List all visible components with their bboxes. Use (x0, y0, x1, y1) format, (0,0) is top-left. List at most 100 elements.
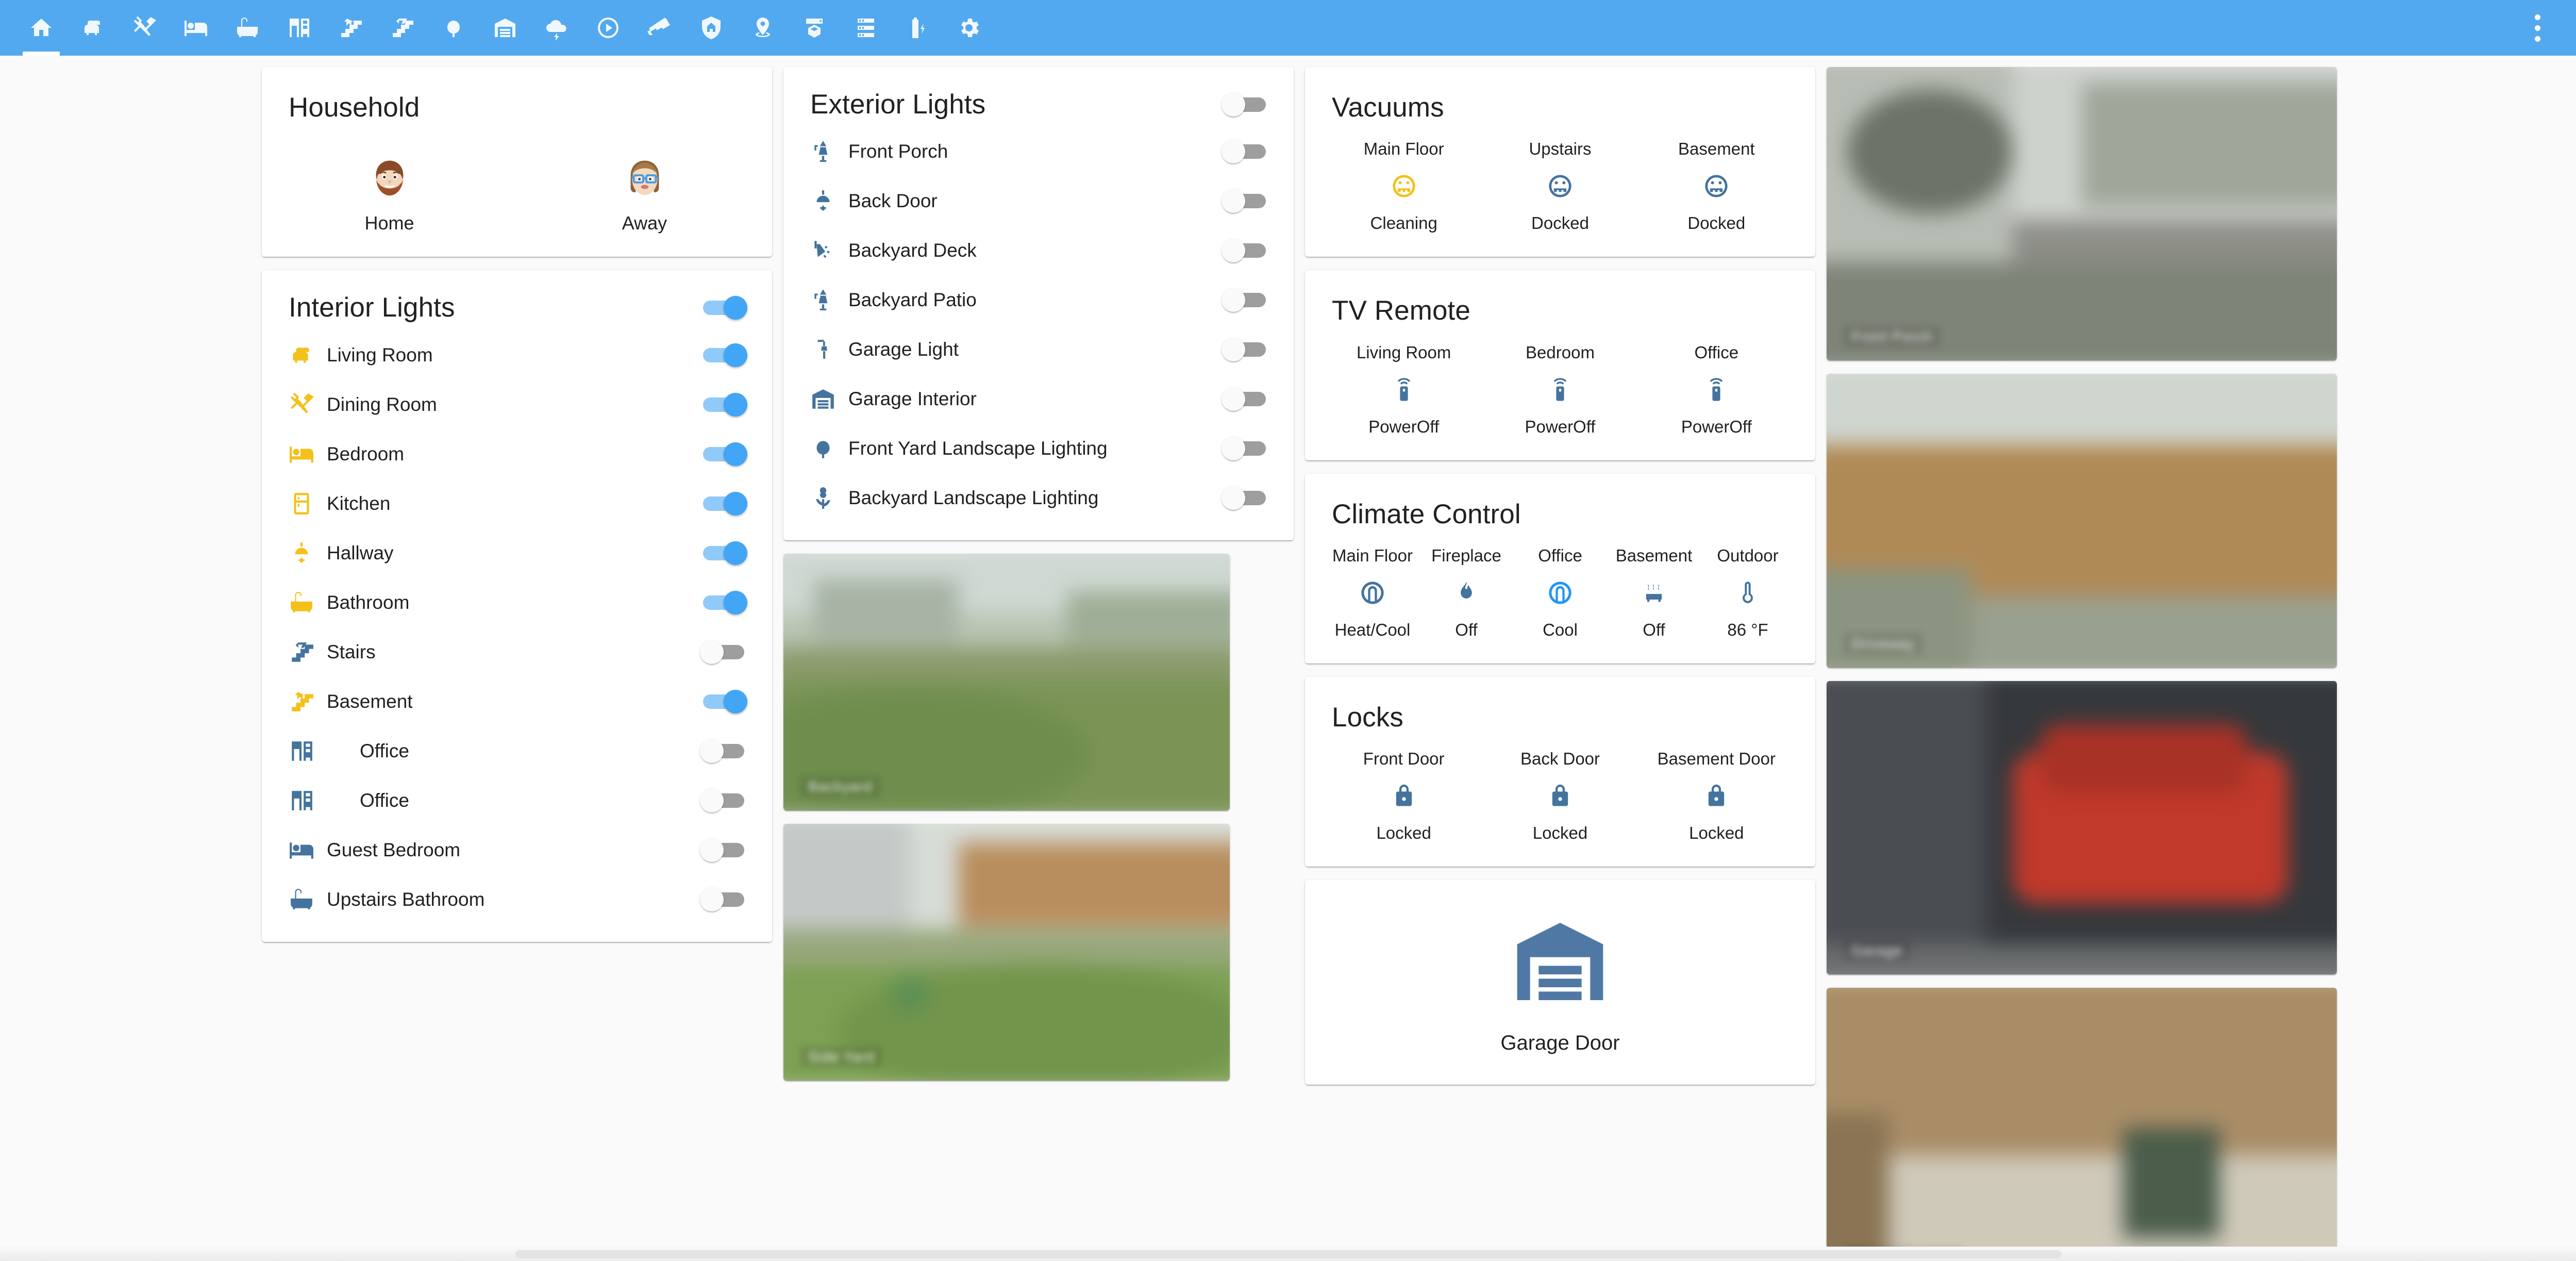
light-row[interactable]: Dining Room (262, 380, 772, 429)
entity-button[interactable]: Basement DoorLocked (1638, 749, 1795, 843)
entity-button[interactable]: UpstairsDocked (1482, 139, 1638, 233)
light-row[interactable]: Backyard Deck (783, 226, 1294, 275)
tab-upstairs[interactable] (376, 0, 428, 56)
tab-living-room[interactable] (67, 0, 119, 56)
camera-tile[interactable]: Backyard Patio (1827, 988, 2337, 1261)
light-row-icon (289, 491, 327, 517)
column-4-cameras: Front PorchDrivewayGarageBackyard Patio (1827, 67, 2337, 1261)
camera-tile[interactable]: Front Porch (1827, 67, 2337, 360)
person-name: Home (364, 212, 414, 234)
entity-button[interactable]: BedroomPowerOff (1482, 343, 1638, 437)
light-row-toggle[interactable] (1222, 338, 1269, 361)
tab-office[interactable] (273, 0, 325, 56)
locks-list: Front DoorLockedBack DoorLockedBasement … (1305, 738, 1815, 867)
light-row[interactable]: Office (262, 726, 772, 776)
light-row[interactable]: Kitchen (262, 479, 772, 528)
camera-tile-backyard[interactable]: Backyard (783, 554, 1230, 810)
light-row-toggle[interactable] (700, 739, 747, 763)
tab-weather[interactable] (531, 0, 582, 56)
tab-yard[interactable] (428, 0, 479, 56)
stairs-up-icon (289, 639, 314, 665)
light-row-toggle[interactable] (700, 838, 747, 862)
light-row-toggle[interactable] (1222, 387, 1269, 411)
tab-media[interactable] (582, 0, 634, 56)
light-row-toggle[interactable] (1222, 288, 1269, 312)
entity-button[interactable]: BasementDocked (1638, 139, 1795, 233)
entity-button[interactable]: FireplaceOff (1419, 546, 1513, 640)
light-row-toggle[interactable] (700, 541, 747, 565)
interior-lights-master-toggle[interactable] (700, 296, 747, 320)
camera-tile[interactable]: Driveway (1827, 374, 2337, 667)
scrollbar-thumb[interactable] (515, 1250, 2062, 1258)
light-row[interactable]: Living Room (262, 330, 772, 380)
light-row-toggle[interactable] (1222, 437, 1269, 460)
light-row[interactable]: Basement (262, 677, 772, 726)
horizontal-scrollbar[interactable] (0, 1247, 2576, 1261)
light-row[interactable]: Garage Light (783, 325, 1294, 374)
tab-dining-room[interactable] (119, 0, 170, 56)
light-row-toggle[interactable] (700, 492, 747, 516)
entity-icon (1703, 171, 1730, 201)
light-row-toggle[interactable] (700, 343, 747, 367)
entity-button[interactable]: Back DoorLocked (1482, 749, 1638, 843)
tab-bathroom[interactable] (222, 0, 273, 56)
light-row-icon (289, 738, 327, 764)
tab-cameras[interactable] (634, 0, 685, 56)
tab-system[interactable] (840, 0, 892, 56)
person-away[interactable]: Away (517, 153, 772, 234)
tab-bedroom[interactable] (170, 0, 222, 56)
light-row-toggle[interactable] (700, 591, 747, 615)
light-row-toggle[interactable] (700, 690, 747, 714)
stairs-up-icon (390, 15, 414, 40)
light-row[interactable]: Stairs (262, 627, 772, 677)
light-row[interactable]: Upstairs Bathroom (262, 875, 772, 924)
tab-home[interactable] (15, 0, 67, 56)
tab-location[interactable] (737, 0, 789, 56)
thermostat-icon (1547, 579, 1574, 606)
light-row[interactable]: Back Door (783, 176, 1294, 226)
light-row-toggle[interactable] (1222, 239, 1269, 262)
camera-tile-side-yard[interactable]: Side Yard (783, 824, 1230, 1081)
entity-button[interactable]: Living RoomPowerOff (1326, 343, 1482, 437)
camera-tile[interactable]: Garage (1827, 681, 2337, 974)
light-row[interactable]: Backyard Patio (783, 275, 1294, 325)
interior-lights-card: Interior Lights Living RoomDining RoomBe… (262, 270, 772, 941)
light-row[interactable]: Bathroom (262, 578, 772, 627)
light-row[interactable]: Guest Bedroom (262, 825, 772, 875)
light-row-toggle[interactable] (700, 393, 747, 417)
light-row-toggle[interactable] (700, 640, 747, 664)
exterior-lights-master-toggle[interactable] (1222, 93, 1269, 117)
light-row-toggle[interactable] (700, 442, 747, 466)
light-row[interactable]: Backyard Landscape Lighting (783, 473, 1294, 523)
tab-garage[interactable] (479, 0, 531, 56)
entity-button[interactable]: BasementOff (1607, 546, 1701, 640)
tab-security[interactable] (685, 0, 737, 56)
entity-button[interactable]: Front DoorLocked (1326, 749, 1482, 843)
entity-button[interactable]: OfficeCool (1513, 546, 1607, 640)
tab-settings[interactable] (943, 0, 995, 56)
light-row[interactable]: Front Porch (783, 127, 1294, 176)
entity-button[interactable]: Main FloorHeat/Cool (1326, 546, 1419, 640)
light-row[interactable]: Office (262, 776, 772, 825)
remote-icon (1703, 376, 1730, 403)
tab-printer[interactable] (789, 0, 840, 56)
light-row-toggle[interactable] (1222, 189, 1269, 213)
light-row[interactable]: Hallway (262, 528, 772, 578)
overflow-menu-button[interactable] (2514, 0, 2561, 56)
light-row-toggle[interactable] (1222, 140, 1269, 163)
printer-3d-icon (802, 15, 827, 40)
light-row[interactable]: Front Yard Landscape Lighting (783, 424, 1294, 473)
light-row[interactable]: Bedroom (262, 429, 772, 479)
light-row[interactable]: Garage Interior (783, 374, 1294, 424)
person-home[interactable]: Home (262, 153, 517, 234)
entity-button[interactable]: OfficePowerOff (1638, 343, 1795, 437)
tab-energy[interactable] (892, 0, 943, 56)
garage-door-button[interactable]: Garage Door (1305, 880, 1815, 1085)
entity-button[interactable]: Outdoor86 °F (1701, 546, 1795, 640)
light-row-toggle[interactable] (700, 789, 747, 812)
exterior-lights-card: Exterior Lights Front PorchBack DoorBack… (783, 67, 1294, 540)
entity-button[interactable]: Main FloorCleaning (1326, 139, 1482, 233)
light-row-toggle[interactable] (1222, 486, 1269, 510)
tab-downstairs[interactable] (325, 0, 376, 56)
light-row-toggle[interactable] (700, 888, 747, 911)
